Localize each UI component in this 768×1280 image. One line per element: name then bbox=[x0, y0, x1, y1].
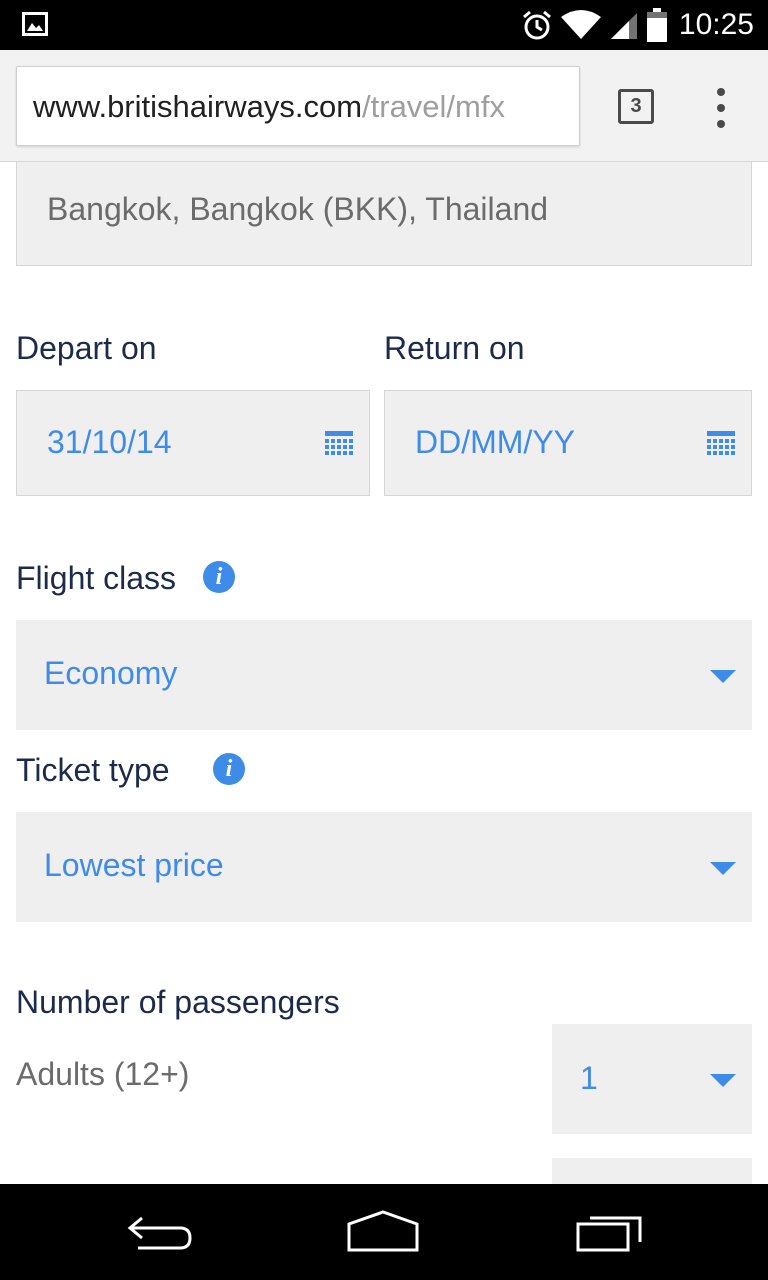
flight-class-select[interactable]: Economy bbox=[16, 620, 752, 730]
url-domain: www.britishairways.com bbox=[33, 89, 363, 124]
chevron-down-icon bbox=[710, 670, 736, 683]
chevron-down-icon bbox=[710, 1074, 736, 1087]
destination-field[interactable]: Bangkok, Bangkok (BKK), Thailand bbox=[16, 162, 752, 266]
chevron-down-icon bbox=[710, 862, 736, 875]
status-icons: 10:25 bbox=[521, 0, 754, 50]
status-bar: 10:25 bbox=[0, 0, 768, 50]
return-date-field[interactable]: DD/MM/YY bbox=[384, 390, 752, 496]
adults-label: Adults (12+) bbox=[16, 1056, 190, 1092]
depart-label: Depart on bbox=[16, 330, 157, 366]
wifi-icon bbox=[560, 10, 601, 39]
url-fade bbox=[549, 67, 579, 145]
overflow-menu-icon[interactable] bbox=[706, 88, 736, 128]
flight-class-label: Flight class bbox=[16, 560, 177, 596]
adults-value: 1 bbox=[580, 1060, 598, 1096]
back-icon[interactable] bbox=[124, 1210, 196, 1254]
depart-date-value: 31/10/14 bbox=[47, 424, 172, 460]
return-date-placeholder: DD/MM/YY bbox=[415, 424, 575, 460]
ticket-type-select[interactable]: Lowest price bbox=[16, 812, 752, 922]
flight-class-info-icon[interactable]: i bbox=[203, 561, 235, 593]
calendar-icon[interactable] bbox=[325, 431, 353, 457]
gallery-icon bbox=[22, 12, 48, 36]
home-icon[interactable] bbox=[345, 1210, 421, 1254]
calendar-icon[interactable] bbox=[707, 431, 735, 457]
adults-select[interactable]: 1 bbox=[552, 1024, 752, 1134]
ticket-type-label: Ticket type bbox=[16, 752, 170, 788]
flight-class-value: Economy bbox=[44, 655, 178, 691]
tab-switcher-button[interactable]: 3 bbox=[618, 89, 654, 124]
recents-icon[interactable] bbox=[574, 1210, 646, 1254]
return-label: Return on bbox=[384, 330, 525, 366]
signal-icon bbox=[610, 13, 637, 39]
clock: 10:25 bbox=[678, 8, 754, 41]
next-passenger-select[interactable] bbox=[552, 1158, 752, 1184]
page-content: Bangkok, Bangkok (BKK), Thailand Depart … bbox=[0, 162, 768, 1184]
alarm-icon bbox=[522, 10, 551, 40]
passengers-label: Number of passengers bbox=[16, 984, 340, 1020]
url-path: /travel/mfx bbox=[362, 89, 505, 124]
battery-icon bbox=[646, 8, 667, 42]
ticket-type-info-icon[interactable]: i bbox=[213, 753, 245, 785]
navigation-bar bbox=[0, 1184, 768, 1280]
destination-value: Bangkok, Bangkok (BKK), Thailand bbox=[47, 191, 549, 227]
url-bar[interactable]: www.britishairways.com/travel/mfx bbox=[16, 66, 580, 146]
browser-toolbar: www.britishairways.com/travel/mfx 3 bbox=[0, 50, 768, 162]
ticket-type-value: Lowest price bbox=[44, 847, 224, 883]
depart-date-field[interactable]: 31/10/14 bbox=[16, 390, 370, 496]
